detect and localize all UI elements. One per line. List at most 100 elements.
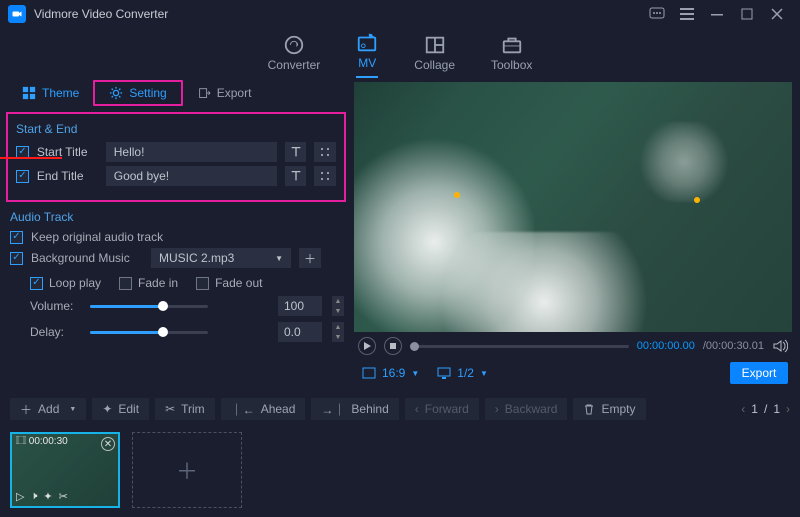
remove-clip-button[interactable]: ✕ bbox=[101, 437, 115, 451]
volume-value[interactable]: 100 bbox=[278, 296, 322, 316]
close-button[interactable] bbox=[762, 4, 792, 24]
end-title-input[interactable] bbox=[106, 166, 277, 186]
pager: ‹ 1 / 1 › bbox=[741, 402, 790, 416]
chevron-down-icon: ▼ bbox=[480, 369, 488, 378]
loop-checkbox[interactable] bbox=[30, 277, 43, 290]
message-icon[interactable] bbox=[642, 4, 672, 24]
start-more-button[interactable] bbox=[314, 142, 336, 162]
backward-button[interactable]: ›Backward bbox=[485, 398, 568, 420]
minimize-button[interactable] bbox=[702, 4, 732, 24]
add-clip-placeholder[interactable]: ＋ bbox=[132, 432, 242, 508]
tab-setting-label: Setting bbox=[129, 86, 166, 100]
time-total: /00:00:30.01 bbox=[703, 340, 764, 352]
stop-button[interactable] bbox=[384, 337, 402, 355]
pager-next[interactable]: › bbox=[786, 402, 790, 416]
music-select[interactable]: MUSIC 2.mp3 ▼ bbox=[151, 248, 291, 268]
toolbox-icon bbox=[501, 34, 523, 56]
nav-toolbox[interactable]: Toolbox bbox=[491, 34, 532, 78]
export-button[interactable]: Export bbox=[730, 362, 788, 384]
behind-button[interactable]: →｜Behind bbox=[311, 398, 398, 420]
mute-icon[interactable]: 🕨 bbox=[30, 490, 37, 503]
play-button[interactable] bbox=[358, 337, 376, 355]
grid-icon bbox=[319, 146, 331, 158]
keep-original-checkbox[interactable] bbox=[10, 231, 23, 244]
add-button[interactable]: ＋Add▼ bbox=[10, 398, 86, 420]
edit-button[interactable]: ✦Edit bbox=[92, 398, 149, 420]
forward-button[interactable]: ‹Forward bbox=[405, 398, 479, 420]
bg-music-row: Background Music MUSIC 2.mp3 ▼ ＋ bbox=[10, 248, 344, 268]
app-title: Vidmore Video Converter bbox=[34, 7, 168, 21]
aspect-value: 16:9 bbox=[382, 366, 405, 380]
nav-collage[interactable]: Collage bbox=[414, 34, 455, 78]
text-icon bbox=[289, 169, 303, 183]
cut-icon[interactable]: ✂ bbox=[59, 490, 68, 503]
nav-collage-label: Collage bbox=[414, 58, 455, 72]
tab-setting[interactable]: Setting bbox=[93, 80, 182, 106]
empty-button[interactable]: Empty bbox=[573, 398, 645, 420]
collage-icon bbox=[424, 34, 446, 56]
loop-label: Loop play bbox=[49, 276, 101, 290]
annotation-arrow bbox=[0, 148, 72, 168]
chevron-down-icon: ▼ bbox=[411, 369, 419, 378]
play-icon[interactable]: ▷ bbox=[16, 490, 24, 503]
video-preview[interactable] bbox=[354, 82, 792, 332]
maximize-button[interactable] bbox=[732, 4, 762, 24]
volume-steppers[interactable]: ▲▼ bbox=[332, 296, 344, 316]
marker-dot bbox=[694, 197, 700, 203]
end-title-checkbox[interactable] bbox=[16, 170, 29, 183]
clip-thumbnail[interactable]: 00:00:30 ✕ ▷ 🕨 ✦ ✂ bbox=[10, 432, 120, 508]
start-title-input[interactable] bbox=[106, 142, 277, 162]
skip-back-icon: ｜← bbox=[231, 401, 255, 418]
scale-select[interactable]: 1/2 ▼ bbox=[433, 364, 492, 382]
start-font-button[interactable] bbox=[285, 142, 307, 162]
theme-icon bbox=[22, 86, 36, 100]
trash-icon bbox=[583, 403, 595, 415]
bottom-toolbar: ＋Add▼ ✦Edit ✂Trim ｜←Ahead →｜Behind ‹Forw… bbox=[0, 394, 800, 424]
end-font-button[interactable] bbox=[285, 166, 307, 186]
chevron-down-icon: ▼ bbox=[275, 254, 283, 263]
volume-label: Volume: bbox=[30, 299, 80, 313]
time-current: 00:00:00.00 bbox=[637, 340, 695, 352]
aspect-select[interactable]: 16:9 ▼ bbox=[358, 364, 423, 382]
volume-slider[interactable] bbox=[90, 300, 208, 312]
effects-icon[interactable]: ✦ bbox=[43, 490, 52, 503]
mv-icon bbox=[356, 32, 378, 54]
audio-section: Audio Track Keep original audio track Ba… bbox=[0, 202, 354, 342]
menu-icon[interactable] bbox=[672, 4, 702, 24]
delay-value[interactable]: 0.0 bbox=[278, 322, 322, 342]
nav-mv[interactable]: MV bbox=[356, 32, 378, 78]
marker-dot bbox=[454, 192, 460, 198]
left-panel: Theme Setting Export Start & End Start T… bbox=[0, 78, 354, 388]
bg-music-label: Background Music bbox=[31, 251, 143, 265]
end-title-label: End Title bbox=[37, 169, 98, 183]
add-music-button[interactable]: ＋ bbox=[299, 248, 321, 268]
fadein-checkbox[interactable] bbox=[119, 277, 132, 290]
gear-icon bbox=[109, 86, 123, 100]
ratio-bar: 16:9 ▼ 1/2 ▼ Export bbox=[354, 358, 792, 388]
ahead-button[interactable]: ｜←Ahead bbox=[221, 398, 306, 420]
nav-converter-label: Converter bbox=[268, 58, 321, 72]
skip-forward-icon: →｜ bbox=[321, 401, 345, 418]
start-end-header: Start & End bbox=[16, 122, 336, 136]
timeline[interactable] bbox=[410, 345, 629, 348]
music-select-value: MUSIC 2.mp3 bbox=[159, 251, 234, 265]
export-icon bbox=[197, 86, 211, 100]
plus-icon: ＋ bbox=[20, 401, 32, 418]
clip-duration: 00:00:30 bbox=[16, 436, 68, 447]
player-controls: 00:00:00.00/00:00:30.01 bbox=[354, 332, 792, 358]
nav-converter[interactable]: Converter bbox=[268, 34, 321, 78]
delay-slider[interactable] bbox=[90, 326, 208, 338]
tab-theme[interactable]: Theme bbox=[8, 79, 93, 107]
end-more-button[interactable] bbox=[314, 166, 336, 186]
delay-steppers[interactable]: ▲▼ bbox=[332, 322, 344, 342]
bg-music-checkbox[interactable] bbox=[10, 252, 23, 265]
fadeout-checkbox[interactable] bbox=[196, 277, 209, 290]
scale-value: 1/2 bbox=[457, 366, 474, 380]
trim-button[interactable]: ✂Trim bbox=[155, 398, 215, 420]
tab-export[interactable]: Export bbox=[183, 79, 266, 107]
pager-prev[interactable]: ‹ bbox=[741, 402, 745, 416]
fadeout-label: Fade out bbox=[215, 276, 262, 290]
volume-icon[interactable] bbox=[772, 338, 788, 354]
play-icon bbox=[363, 342, 371, 350]
chevron-right-icon: › bbox=[495, 402, 499, 416]
